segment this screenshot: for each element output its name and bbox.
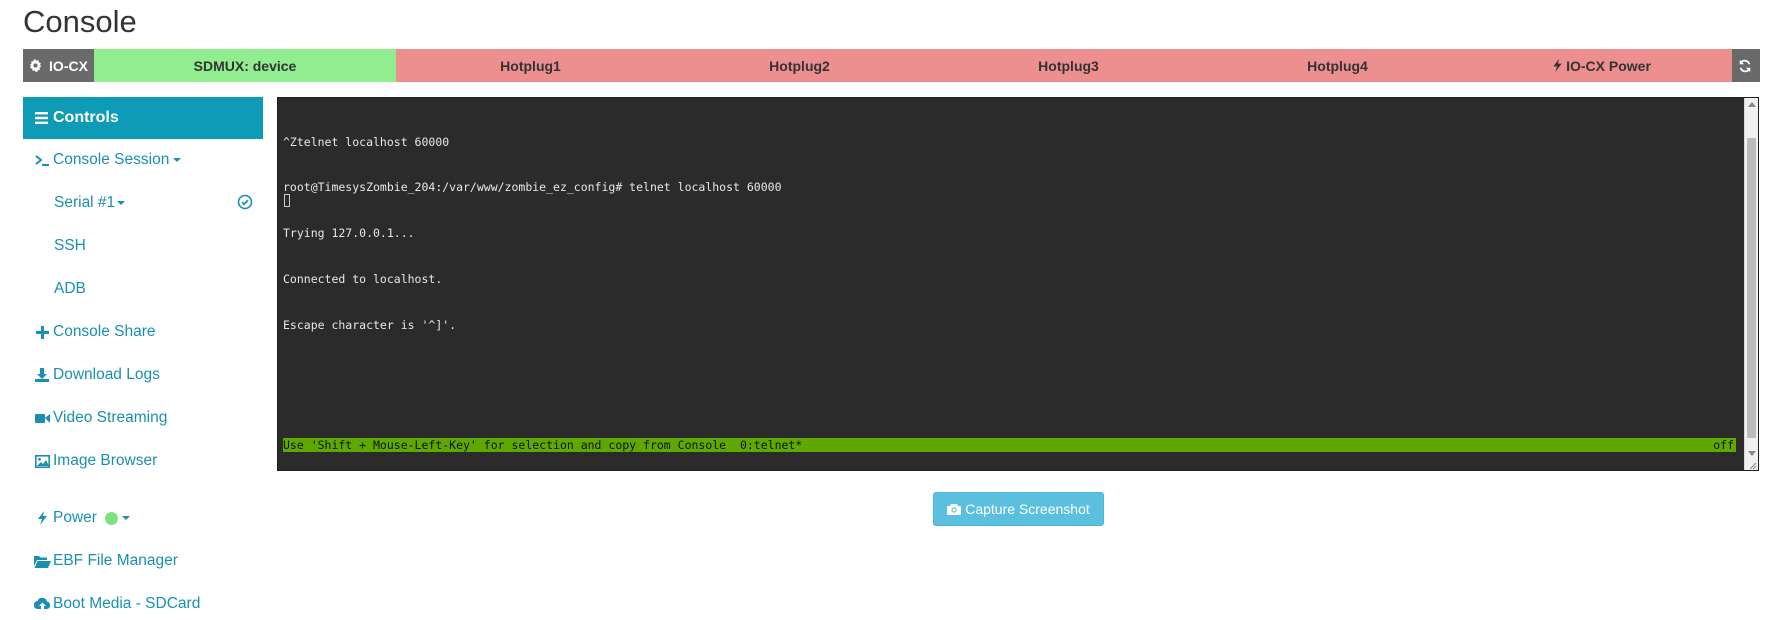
hotplug3-button[interactable]: Hotplug3 [934,49,1203,82]
resize-grip-icon[interactable] [1747,459,1757,470]
iocx-label: IO-CX [49,57,88,74]
chevron-down-icon [173,158,182,162]
sidebar-item-ebf-file-manager[interactable]: EBF File Manager [23,549,178,573]
iocx-power-label: IO-CX Power [1566,57,1651,74]
console-session-label: Console Session [53,151,170,168]
sidebar-item-adb[interactable]: ADB [54,277,86,301]
cloud-upload-icon [32,597,52,611]
refresh-icon [1738,59,1755,73]
sdmux-label: SDMUX: device [193,57,297,74]
video-streaming-label: Video Streaming [53,409,168,426]
terminal-scrollbar[interactable] [1744,98,1758,470]
terminal-line: Connected to localhost. [283,272,443,287]
capture-screenshot-button[interactable]: Capture Screenshot [933,492,1104,526]
gear-icon [29,59,45,72]
sidebar-header-controls[interactable]: Controls [23,97,263,139]
sidebar-item-serial[interactable]: Serial #1 [54,191,126,215]
terminal-status-mode: off [1713,438,1734,452]
ssh-label: SSH [54,237,86,254]
power-label: Power [53,509,97,526]
hotplug4-button[interactable]: Hotplug4 [1203,49,1472,82]
serial-label: Serial #1 [54,194,116,211]
sidebar-item-console-session[interactable]: Console Session [23,148,182,172]
image-icon [32,454,52,468]
sidebar-item-console-share[interactable]: Console Share [23,320,156,344]
terminal-output: ^Ztelnet localhost 60000 root@TimesysZom… [283,104,782,364]
hotplug3-label: Hotplug3 [1038,57,1099,74]
camera-icon [947,503,965,515]
terminal-cursor [284,194,290,207]
boot-media-label: Boot Media - SDCard [53,595,201,612]
terminal-line: Trying 127.0.0.1... [283,226,415,241]
sidebar-item-video-streaming[interactable]: Video Streaming [23,406,167,430]
folder-open-icon [32,555,52,568]
bolt-icon [1553,59,1565,72]
adb-label: ADB [54,280,86,297]
page-title: Console [23,4,137,39]
sidebar-item-image-browser[interactable]: Image Browser [23,449,157,473]
sidebar-item-power[interactable]: Power [23,506,130,530]
download-logs-label: Download Logs [53,366,160,383]
scrollbar-thumb[interactable] [1747,138,1756,438]
hotplug4-label: Hotplug4 [1307,57,1368,74]
plus-icon [32,325,52,339]
controls-label: Controls [53,109,119,126]
terminal-icon [32,154,52,167]
chevron-down-icon [121,516,130,520]
capture-screenshot-label: Capture Screenshot [965,501,1090,517]
power-status-dot [104,511,118,525]
hotplug1-button[interactable]: Hotplug1 [396,49,665,82]
terminal-line: root@TimesysZombie_204:/var/www/zombie_e… [283,180,782,195]
iocx-power-button[interactable]: IO-CX Power [1472,49,1732,82]
refresh-button[interactable] [1732,49,1760,82]
scroll-down-arrow-icon[interactable] [1748,451,1756,456]
video-camera-icon [32,413,52,424]
iocx-settings-button[interactable]: IO-CX [23,49,94,82]
check-circle-icon [237,194,253,215]
sidebar: Controls Console Session Serial #1 SSH A… [23,97,263,612]
sidebar-item-boot-media[interactable]: Boot Media - SDCard [23,592,200,616]
bars-icon [35,112,48,124]
sdmux-status-button[interactable]: SDMUX: device [94,49,396,82]
sidebar-item-ssh[interactable]: SSH [54,234,86,258]
terminal-line: Escape character is '^]'. [283,318,457,333]
image-browser-label: Image Browser [53,452,158,469]
download-icon [32,368,52,382]
device-status-bar: IO-CX SDMUX: device Hotplug1 Hotplug2 Ho… [23,49,1760,82]
hotplug1-label: Hotplug1 [500,57,561,74]
terminal-status-line: Use 'Shift + Mouse-Left-Key' for selecti… [283,438,1736,452]
terminal-status-text: Use 'Shift + Mouse-Left-Key' for selecti… [283,438,803,452]
chevron-down-icon [117,201,126,205]
bolt-icon [32,511,52,525]
hotplug2-button[interactable]: Hotplug2 [665,49,934,82]
terminal-line: ^Ztelnet localhost 60000 [283,134,450,149]
console-terminal[interactable]: ^Ztelnet localhost 60000 root@TimesysZom… [277,97,1759,471]
scroll-up-arrow-icon[interactable] [1748,102,1756,107]
sidebar-item-download-logs[interactable]: Download Logs [23,363,160,387]
ebf-label: EBF File Manager [53,552,178,569]
hotplug2-label: Hotplug2 [769,57,830,74]
console-share-label: Console Share [53,323,156,340]
